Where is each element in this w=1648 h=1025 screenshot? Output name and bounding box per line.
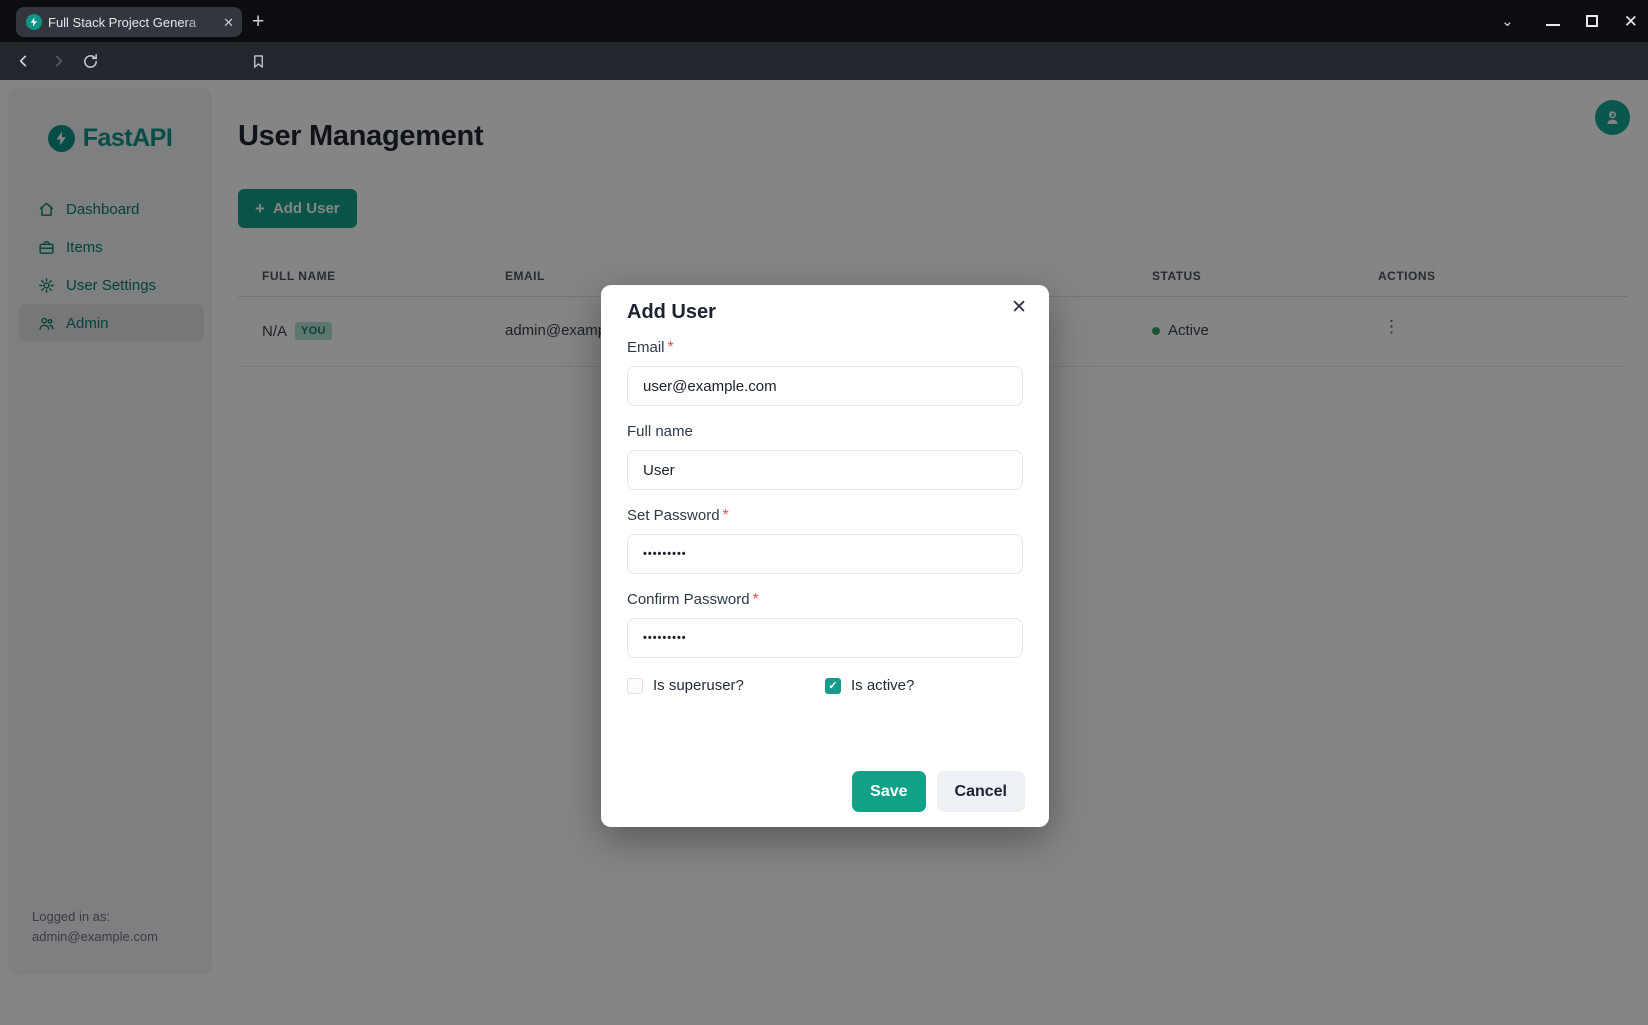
tab-search-chevron-icon[interactable]: ⌄ <box>1501 12 1514 30</box>
confirm-password-field-group: Confirm Password* <box>627 591 1023 658</box>
is-superuser-label: Is superuser? <box>653 677 744 694</box>
bookmark-icon[interactable] <box>248 51 268 71</box>
cancel-button[interactable]: Cancel <box>937 771 1025 812</box>
new-tab-button[interactable]: + <box>252 9 264 35</box>
checkbox-row: Is superuser? ✓ Is active? <box>627 677 1023 694</box>
is-active-label: Is active? <box>851 677 914 694</box>
email-field-group: Email* <box>627 339 1023 406</box>
modal-title: Add User <box>627 301 716 324</box>
page-viewport: FastAPI Dashboard Items User Settings <box>0 80 1648 1025</box>
save-button[interactable]: Save <box>852 771 925 812</box>
confirm-password-field[interactable] <box>627 618 1023 658</box>
add-user-modal: Add User ✕ Email* Full name Set Password… <box>601 285 1049 827</box>
set-password-field-group: Set Password* <box>627 507 1023 574</box>
browser-tab[interactable]: Full Stack Project Genera ✕ <box>16 7 242 37</box>
full-name-field[interactable] <box>627 450 1023 490</box>
forward-button[interactable] <box>48 51 68 71</box>
tab-bar: Full Stack Project Genera ✕ + ⌄ ✕ <box>0 0 1648 42</box>
tab-close-icon[interactable]: ✕ <box>223 16 234 29</box>
modal-close-icon[interactable]: ✕ <box>1011 298 1027 317</box>
checkbox-unchecked-icon <box>627 678 643 694</box>
required-mark: * <box>753 591 759 608</box>
back-button[interactable] <box>14 51 34 71</box>
tab-title: Full Stack Project Genera <box>48 15 217 30</box>
window-controls: ⌄ ✕ <box>1501 8 1638 34</box>
required-mark: * <box>668 339 674 356</box>
email-field[interactable] <box>627 366 1023 406</box>
minimize-button[interactable] <box>1546 16 1560 26</box>
is-superuser-checkbox[interactable]: Is superuser? <box>627 677 825 694</box>
full-name-label: Full name <box>627 423 693 440</box>
checkbox-checked-icon: ✓ <box>825 678 841 694</box>
maximize-button[interactable] <box>1586 15 1598 27</box>
set-password-label: Set Password <box>627 507 720 524</box>
browser-toolbar: localhost/admin ▼ 1 <box>0 42 1648 80</box>
set-password-field[interactable] <box>627 534 1023 574</box>
window-close-button[interactable]: ✕ <box>1624 13 1638 30</box>
is-active-checkbox[interactable]: ✓ Is active? <box>825 677 1023 694</box>
full-name-field-group: Full name <box>627 423 1023 490</box>
fastapi-favicon-icon <box>26 14 42 30</box>
reload-button[interactable] <box>80 51 100 71</box>
required-mark: * <box>723 507 729 524</box>
email-label: Email <box>627 339 665 356</box>
confirm-password-label: Confirm Password <box>627 591 750 608</box>
modal-actions: Save Cancel <box>852 771 1025 812</box>
